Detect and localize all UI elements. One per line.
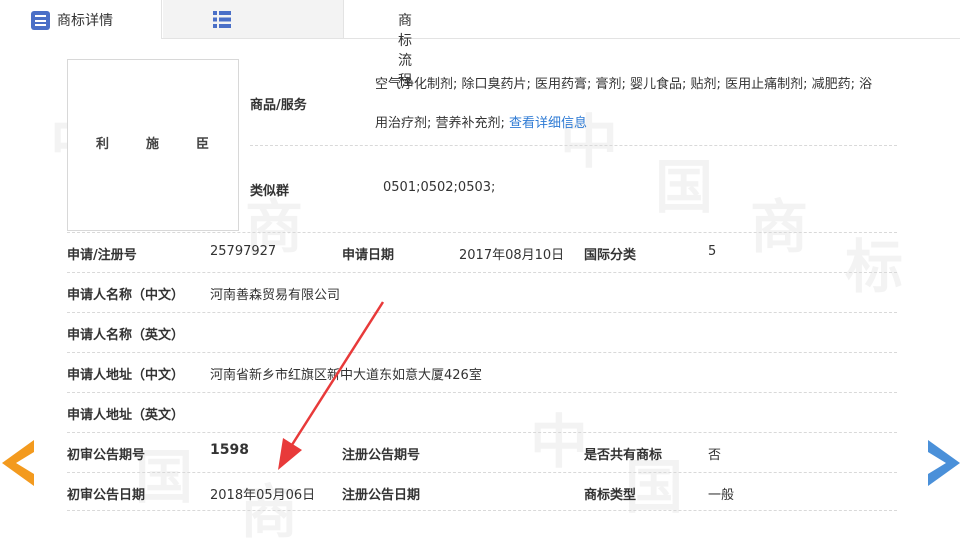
similar-group-label: 类似群	[250, 184, 290, 199]
trademark-image: 利 施 臣	[67, 59, 239, 231]
divider	[67, 472, 897, 473]
address-en-label: 申请人地址（英文）	[67, 408, 185, 423]
logo-char: 施	[146, 137, 160, 152]
grid-list-icon	[213, 11, 231, 28]
shared-label: 是否共有商标	[584, 448, 663, 463]
tab-trademark-details[interactable]: 商标详情	[0, 0, 162, 39]
apply-date-value: 2017年08月10日	[459, 248, 565, 263]
tm-type-label: 商标类型	[584, 488, 637, 503]
divider	[67, 352, 897, 353]
goods-line-1: 空气净化制剂; 除口臭药片; 医用药膏; 膏剂; 婴儿食品; 贴剂; 医用止痛制…	[375, 77, 873, 92]
tab-bar: 商标详情 商标流程	[0, 0, 960, 89]
divider	[67, 510, 897, 511]
divider	[67, 392, 897, 393]
prelim-date-label: 初审公告日期	[67, 488, 146, 503]
similar-group-value: 0501;0502;0503;	[383, 180, 496, 195]
intl-class-label: 国际分类	[584, 248, 637, 263]
prev-arrow-icon[interactable]	[2, 440, 34, 486]
reg-pub-date-label: 注册公告日期	[342, 488, 421, 503]
tab-trademark-process[interactable]: 商标流程	[163, 0, 412, 89]
divider	[67, 232, 897, 233]
annotation-arrow-icon	[278, 301, 385, 470]
divider	[67, 272, 897, 273]
address-cn-label: 申请人地址（中文）	[67, 368, 185, 383]
divider	[67, 432, 897, 433]
next-arrow-icon[interactable]	[928, 440, 960, 486]
logo-char: 臣	[196, 137, 210, 152]
goods-line-2: 用治疗剂; 营养补充剂; 查看详细信息	[375, 116, 588, 131]
tab-label: 商标详情	[57, 13, 113, 29]
prelim-date-value: 2018年05月06日	[210, 488, 316, 503]
divider	[250, 145, 897, 146]
list-icon	[31, 11, 50, 30]
apply-date-label: 申请日期	[342, 248, 395, 263]
prelim-no-value: 1598	[210, 442, 249, 458]
goods-label: 商品/服务	[250, 98, 307, 113]
reg-no-value: 25797927	[210, 244, 277, 259]
intl-class-value: 5	[708, 244, 717, 259]
applicant-cn-label: 申请人名称（中文）	[67, 288, 185, 303]
view-details-link[interactable]: 查看详细信息	[509, 116, 587, 131]
reg-no-label: 申请/注册号	[67, 248, 137, 263]
logo-char: 利	[96, 137, 110, 152]
divider	[67, 312, 897, 313]
prelim-no-label: 初审公告期号	[67, 448, 146, 463]
shared-value: 否	[708, 448, 722, 463]
applicant-en-label: 申请人名称（英文）	[67, 328, 185, 343]
tm-type-value: 一般	[708, 488, 735, 503]
